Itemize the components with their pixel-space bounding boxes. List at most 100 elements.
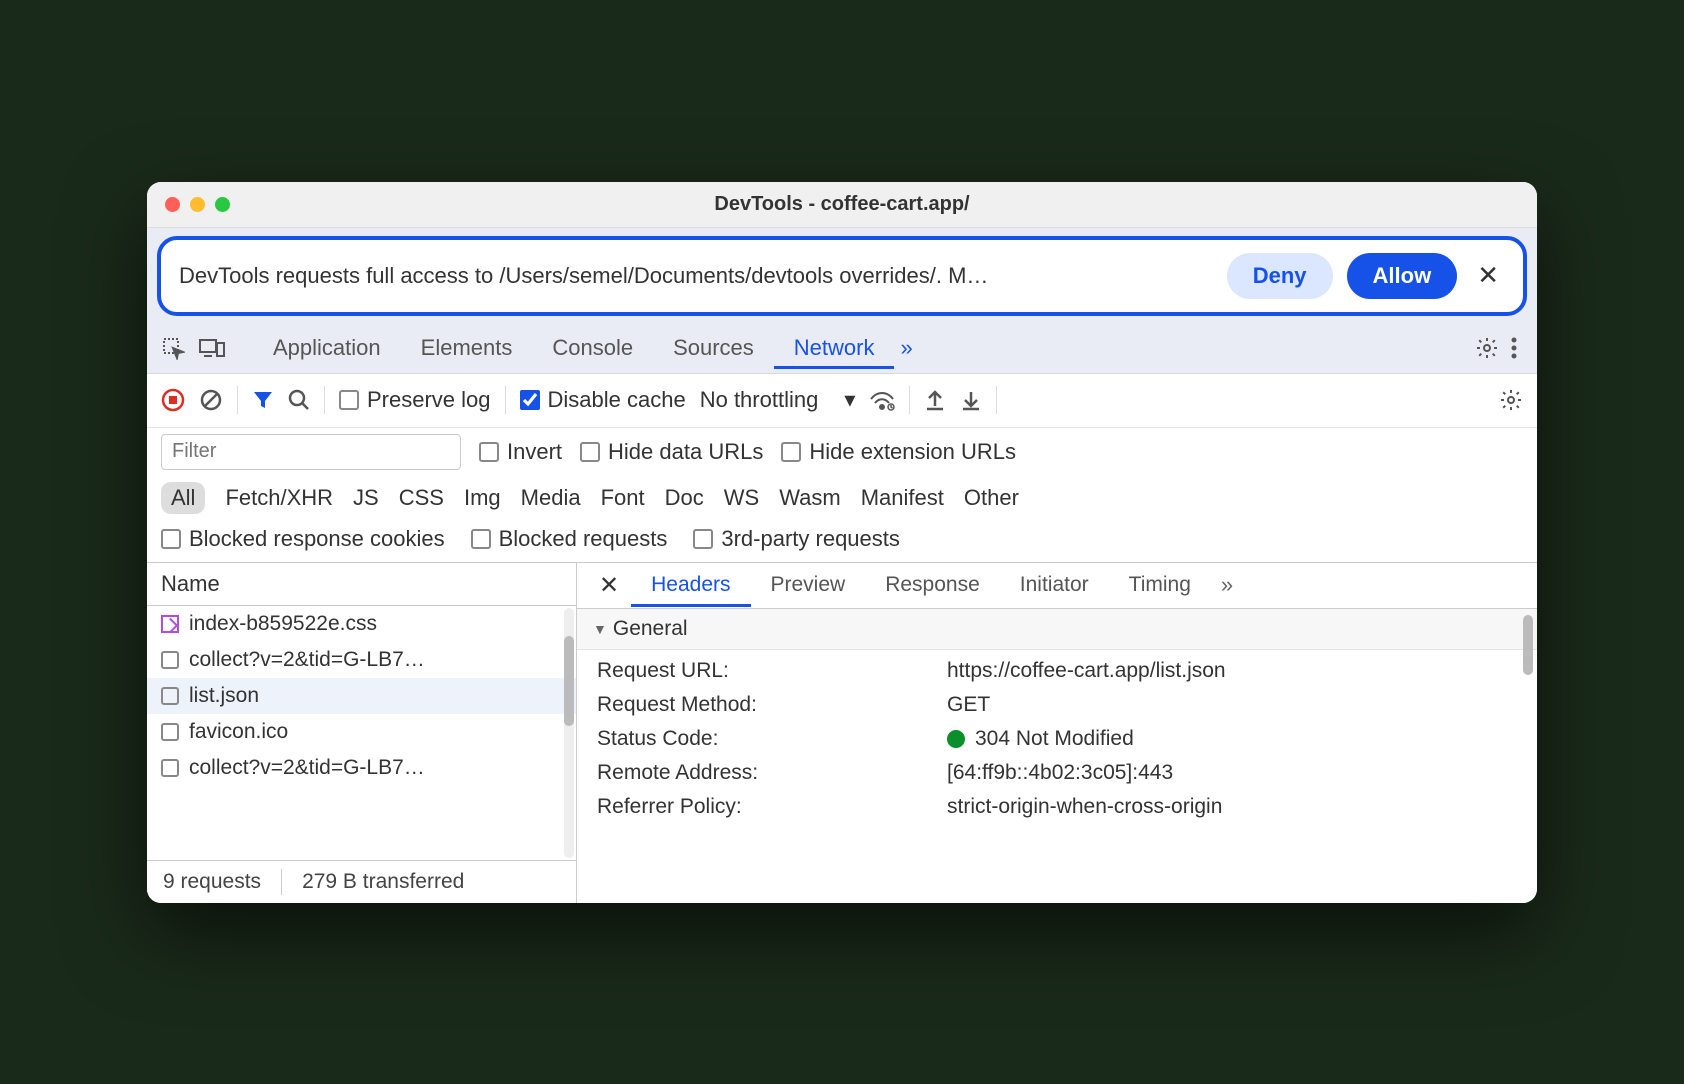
kv-request-url: Request URL:https://coffee-cart.app/list… xyxy=(577,654,1537,688)
device-toggle-icon[interactable] xyxy=(199,337,225,359)
network-toolbar: Preserve log Disable cache No throttling… xyxy=(147,374,1537,428)
request-name: collect?v=2&tid=G-LB7… xyxy=(189,648,425,672)
settings-gear-icon[interactable] xyxy=(1469,330,1505,366)
close-detail-icon[interactable]: ✕ xyxy=(587,563,631,608)
request-row[interactable]: collect?v=2&tid=G-LB7… xyxy=(147,642,576,678)
tab-network[interactable]: Network xyxy=(774,327,895,369)
type-other[interactable]: Other xyxy=(964,485,1019,511)
checkbox-icon xyxy=(161,723,179,741)
tab-elements[interactable]: Elements xyxy=(401,327,533,369)
third-party-label: 3rd-party requests xyxy=(721,526,900,552)
maximize-window-button[interactable] xyxy=(215,197,230,212)
column-header-name[interactable]: Name xyxy=(147,563,576,606)
detail-tab-preview[interactable]: Preview xyxy=(751,563,866,607)
request-row[interactable]: favicon.ico xyxy=(147,714,576,750)
filter-row: Invert Hide data URLs Hide extension URL… xyxy=(147,428,1537,476)
requests-count: 9 requests xyxy=(163,870,261,894)
deny-button[interactable]: Deny xyxy=(1227,253,1333,299)
status-footer: 9 requests 279 B transferred xyxy=(147,860,576,903)
preserve-log-checkbox[interactable]: Preserve log xyxy=(339,387,491,413)
clear-icon[interactable] xyxy=(199,388,223,412)
detail-tab-initiator[interactable]: Initiator xyxy=(1000,563,1109,607)
more-tabs-chevron-icon[interactable]: » xyxy=(900,335,912,361)
download-har-icon[interactable] xyxy=(960,388,982,412)
hide-data-label: Hide data URLs xyxy=(608,439,763,465)
filter-funnel-icon[interactable] xyxy=(252,389,274,411)
detail-tab-response[interactable]: Response xyxy=(865,563,1000,607)
close-permission-icon[interactable]: ✕ xyxy=(1471,260,1505,291)
general-section-header[interactable]: ▼ General xyxy=(577,609,1537,650)
traffic-lights xyxy=(165,197,230,212)
panel-tabbar: Application Elements Console Sources Net… xyxy=(147,324,1537,374)
close-window-button[interactable] xyxy=(165,197,180,212)
search-icon[interactable] xyxy=(288,389,310,411)
more-filters-row: Blocked response cookies Blocked request… xyxy=(147,520,1537,563)
general-label: General xyxy=(613,617,688,641)
blocked-requests-checkbox[interactable]: Blocked requests xyxy=(471,526,668,552)
hide-extension-urls-checkbox[interactable]: Hide extension URLs xyxy=(781,439,1016,465)
type-css[interactable]: CSS xyxy=(399,485,444,511)
type-js[interactable]: JS xyxy=(353,485,379,511)
tab-application[interactable]: Application xyxy=(253,327,401,369)
type-ws[interactable]: WS xyxy=(724,485,759,511)
throttling-dropdown[interactable]: No throttling ▾ xyxy=(700,387,856,413)
type-media[interactable]: Media xyxy=(521,485,581,511)
blocked-cookies-checkbox[interactable]: Blocked response cookies xyxy=(161,526,445,552)
more-detail-tabs-chevron-icon[interactable]: » xyxy=(1211,572,1243,598)
window-title: DevTools - coffee-cart.app/ xyxy=(147,193,1537,216)
override-icon xyxy=(161,615,179,633)
invert-checkbox[interactable]: Invert xyxy=(479,439,562,465)
checkbox-icon xyxy=(161,687,179,705)
request-row[interactable]: index-b859522e.css xyxy=(147,606,576,642)
request-name: collect?v=2&tid=G-LB7… xyxy=(189,756,425,780)
throttling-label: No throttling xyxy=(700,387,819,413)
request-rows: index-b859522e.css collect?v=2&tid=G-LB7… xyxy=(147,606,576,860)
allow-button[interactable]: Allow xyxy=(1347,253,1458,299)
tab-sources[interactable]: Sources xyxy=(653,327,774,369)
devtools-window: DevTools - coffee-cart.app/ DevTools req… xyxy=(147,182,1537,903)
hide-data-urls-checkbox[interactable]: Hide data URLs xyxy=(580,439,763,465)
type-img[interactable]: Img xyxy=(464,485,501,511)
checkbox-icon xyxy=(161,651,179,669)
type-doc[interactable]: Doc xyxy=(665,485,704,511)
request-list: Name index-b859522e.css collect?v=2&tid=… xyxy=(147,563,577,903)
detail-tabs: ✕ Headers Preview Response Initiator Tim… xyxy=(577,563,1537,609)
record-stop-icon[interactable] xyxy=(161,388,185,412)
minimize-window-button[interactable] xyxy=(190,197,205,212)
permission-bar-wrap: DevTools requests full access to /Users/… xyxy=(147,228,1537,324)
status-dot-icon xyxy=(947,730,965,748)
network-settings-gear-icon[interactable] xyxy=(1499,388,1523,412)
request-name: favicon.ico xyxy=(189,720,288,744)
inspect-element-icon[interactable] xyxy=(161,336,185,360)
request-row[interactable]: list.json xyxy=(147,678,576,714)
type-all[interactable]: All xyxy=(161,482,205,514)
type-filter-row: All Fetch/XHR JS CSS Img Media Font Doc … xyxy=(147,476,1537,520)
disable-cache-checkbox[interactable]: Disable cache xyxy=(520,387,686,413)
request-name: index-b859522e.css xyxy=(189,612,377,636)
type-font[interactable]: Font xyxy=(601,485,645,511)
blocked-cookies-label: Blocked response cookies xyxy=(189,526,445,552)
request-row[interactable]: collect?v=2&tid=G-LB7… xyxy=(147,750,576,786)
general-kv-list: Request URL:https://coffee-cart.app/list… xyxy=(577,650,1537,828)
chevron-down-icon: ▾ xyxy=(844,387,855,413)
type-wasm[interactable]: Wasm xyxy=(779,485,841,511)
checkbox-icon xyxy=(161,759,179,777)
titlebar: DevTools - coffee-cart.app/ xyxy=(147,182,1537,228)
upload-har-icon[interactable] xyxy=(924,388,946,412)
permission-message: DevTools requests full access to /Users/… xyxy=(179,263,1213,289)
detail-scrollbar-thumb[interactable] xyxy=(1523,615,1533,675)
detail-tab-timing[interactable]: Timing xyxy=(1109,563,1211,607)
detail-tab-headers[interactable]: Headers xyxy=(631,563,750,607)
third-party-checkbox[interactable]: 3rd-party requests xyxy=(693,526,900,552)
type-fetch[interactable]: Fetch/XHR xyxy=(225,485,333,511)
scrollbar-thumb[interactable] xyxy=(564,636,574,726)
more-menu-icon[interactable] xyxy=(1505,330,1523,366)
hide-ext-label: Hide extension URLs xyxy=(809,439,1016,465)
kv-referrer-policy: Referrer Policy:strict-origin-when-cross… xyxy=(577,790,1537,824)
blocked-req-label: Blocked requests xyxy=(499,526,668,552)
type-manifest[interactable]: Manifest xyxy=(861,485,944,511)
network-conditions-icon[interactable] xyxy=(869,389,895,411)
tab-console[interactable]: Console xyxy=(532,327,653,369)
request-name: list.json xyxy=(189,684,259,708)
filter-input[interactable] xyxy=(161,434,461,470)
